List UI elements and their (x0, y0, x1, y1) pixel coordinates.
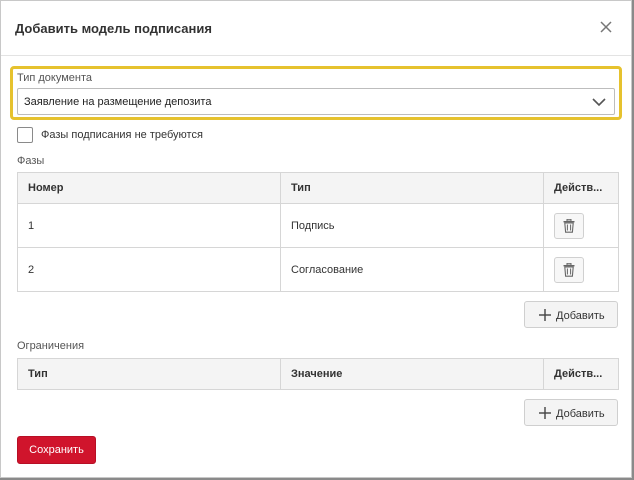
document-type-field: Тип документа Заявление на размещение де… (10, 66, 622, 120)
save-button[interactable]: Сохранить (17, 436, 96, 464)
column-header-type[interactable]: Тип (280, 172, 544, 204)
add-signing-model-dialog: Добавить модель подписания Тип документа… (0, 0, 632, 478)
no-phases-label: Фазы подписания не требуются (41, 129, 203, 141)
phase-type: Подпись (280, 203, 544, 248)
close-icon[interactable] (597, 18, 615, 36)
column-header-actions[interactable]: Действ... (543, 172, 619, 204)
trash-icon (563, 218, 575, 233)
table-row: 2 Согласование (17, 247, 619, 292)
column-header-number[interactable]: Номер (17, 172, 281, 204)
phases-section-label: Фазы (17, 155, 45, 167)
column-header-value[interactable]: Значение (280, 358, 544, 390)
restrictions-table: Тип Значение Действ... (17, 358, 619, 390)
plus-icon (539, 309, 551, 321)
phase-actions (543, 247, 619, 292)
restrictions-section-label: Ограничения (17, 340, 85, 352)
dialog-title: Добавить модель подписания (15, 21, 212, 36)
column-header-type[interactable]: Тип (17, 358, 281, 390)
table-row: 1 Подпись (17, 203, 619, 248)
document-type-label: Тип документа (17, 72, 93, 84)
chevron-down-icon (592, 95, 606, 109)
document-type-value: Заявление на размещение депозита (24, 96, 212, 108)
add-phase-label: Добавить (556, 310, 605, 322)
no-phases-checkbox[interactable] (17, 127, 33, 143)
phase-actions (543, 203, 619, 248)
trash-icon (563, 262, 575, 277)
add-restriction-label: Добавить (556, 408, 605, 420)
phases-table: Номер Тип Действ... 1 Подпись 2 Согласов… (17, 172, 619, 292)
delete-phase-button[interactable] (554, 212, 584, 239)
column-header-actions[interactable]: Действ... (543, 358, 619, 390)
delete-phase-button[interactable] (554, 256, 584, 283)
plus-icon (539, 407, 551, 419)
phase-type: Согласование (280, 247, 544, 292)
add-phase-button[interactable]: Добавить (524, 301, 618, 328)
restrictions-header-row: Тип Значение Действ... (17, 358, 619, 390)
phase-number: 1 (17, 203, 281, 248)
phases-header-row: Номер Тип Действ... (17, 172, 619, 204)
phase-number: 2 (17, 247, 281, 292)
dialog-header: Добавить модель подписания (1, 1, 631, 56)
add-restriction-button[interactable]: Добавить (524, 399, 618, 426)
document-type-select[interactable]: Заявление на размещение депозита (17, 88, 615, 115)
